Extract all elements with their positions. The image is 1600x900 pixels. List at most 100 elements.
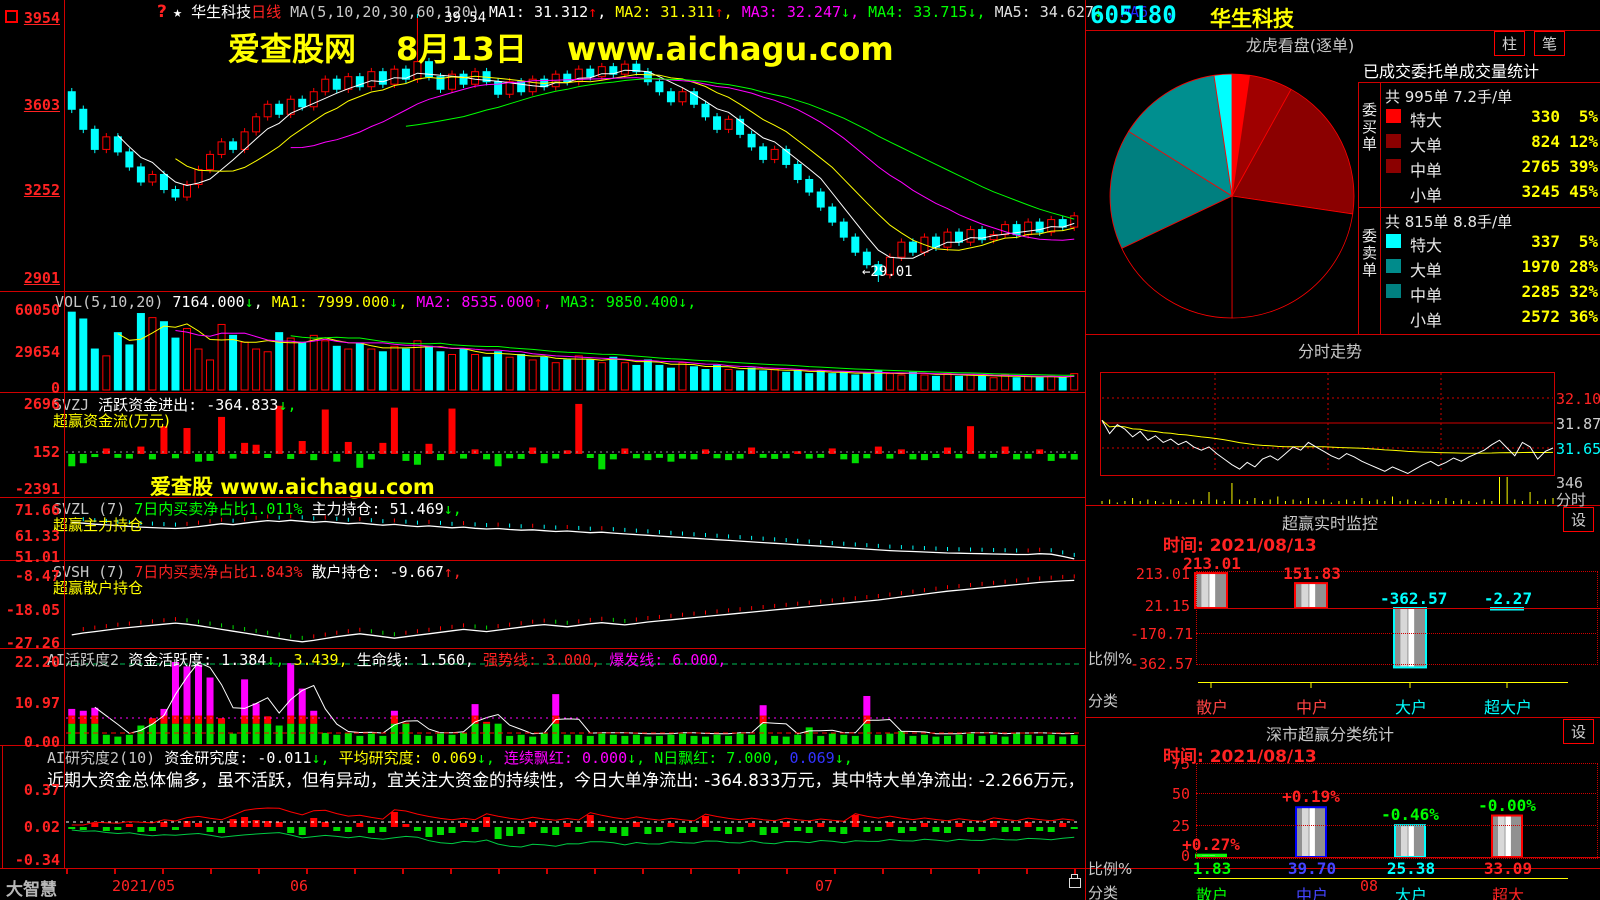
- high-annotation: 39.54: [444, 10, 486, 26]
- axis-label: 3603: [2, 96, 60, 114]
- shenshi-baseline: [1198, 878, 1568, 879]
- sell-row-value: 2572: [1470, 307, 1560, 326]
- monitor-settings-button[interactable]: 设: [1563, 507, 1594, 532]
- axis-label: -18.05: [2, 601, 60, 619]
- ma-sep: ,: [977, 3, 995, 21]
- ai-research-item: 连续飘红: 0.000: [504, 749, 627, 767]
- question-icon[interactable]: ?: [157, 2, 167, 22]
- buy-row-swatch: [1386, 159, 1401, 173]
- tab-column[interactable]: 柱: [1494, 31, 1525, 56]
- vol-header: VOL(5,10,20) 7164.000↓, MA1: 7999.000↓, …: [55, 293, 696, 311]
- shenshi-bar-pct: -0.00%: [1475, 796, 1539, 815]
- buy-row-label: 中单: [1410, 157, 1442, 181]
- buy-row-value: 3245: [1470, 182, 1560, 201]
- stock-name: 华生科技: [1210, 3, 1294, 33]
- shenshi-bar-pct: -0.46%: [1378, 805, 1442, 824]
- shenshi-settings-button[interactable]: 设: [1563, 719, 1594, 744]
- header-text: ,: [687, 293, 696, 311]
- shenshi-bar-value: 33.09: [1477, 859, 1539, 878]
- axis-label: 2901: [2, 269, 60, 287]
- monitor-baseline: [1198, 682, 1568, 683]
- shenshi-bar-pct: +0.19%: [1279, 787, 1343, 806]
- monitor-bar-value: 213.01: [1181, 554, 1243, 573]
- ai-active-arrow: ↓,: [266, 651, 284, 669]
- svsh-ratio: 7日内买卖净占比1.843%: [134, 563, 311, 581]
- monitor-bar-value: -362.57: [1380, 589, 1442, 608]
- svzj-arrow: ↓,: [278, 396, 296, 414]
- vol-arrow: ↓: [245, 293, 254, 311]
- monitor-category: 超大户: [1477, 694, 1539, 718]
- sell-row-pct: 36%: [1560, 307, 1598, 326]
- monitor-axis-label: -362.57: [1130, 655, 1190, 673]
- axis-label: -0.34: [2, 851, 60, 869]
- left-charts-canvas[interactable]: [0, 0, 1085, 868]
- header-text: ,: [543, 293, 561, 311]
- buy-row-swatch: [1386, 109, 1401, 123]
- monitor-axis-label: 21.15: [1130, 597, 1190, 615]
- vol-ma-item: MA3: 9850.400: [561, 293, 678, 311]
- ma-sep: ,: [850, 3, 868, 21]
- axis-label: 22.20: [2, 653, 60, 671]
- ai-research-item: 0.069: [790, 749, 835, 767]
- ma-sep: ,: [724, 3, 742, 21]
- monitor-time: 时间: 2021/08/13: [1163, 531, 1317, 556]
- brand-label: 大智慧: [6, 875, 57, 900]
- axis-label: 71.66: [2, 501, 60, 519]
- monitor-category: 中户: [1281, 694, 1343, 718]
- order-stats-title: 已成交委托单成交量统计: [1363, 58, 1539, 82]
- header-text: [474, 651, 483, 669]
- sell-row-value: 337: [1470, 232, 1560, 251]
- monitor-ratio-label: 比例%: [1088, 648, 1132, 669]
- vol-ma-arrow: ↓: [678, 293, 687, 311]
- ai-active-header: AI活跃度2 资金活跃度: 1.384↓, 3.439, 生命线: 1.560,…: [47, 649, 726, 670]
- monitor-category: 大户: [1380, 694, 1442, 718]
- ma-item: MA4: 33.715: [868, 3, 967, 21]
- header-period: 日线: [251, 3, 281, 21]
- header-text: [645, 749, 654, 767]
- buy-side-label: 委买单: [1361, 102, 1378, 153]
- header-text: ,: [398, 293, 416, 311]
- ma-arrow: ↓: [841, 3, 850, 21]
- watermark-site: 爱查股网: [228, 30, 356, 68]
- ma-arrow: ↑: [715, 3, 724, 21]
- sell-row-label: 大单: [1410, 257, 1442, 281]
- header-text: [330, 749, 339, 767]
- header-stock-name: 华生科技: [191, 3, 251, 21]
- tab-stroke[interactable]: 笔: [1534, 31, 1565, 56]
- axis-label: 3954: [2, 9, 60, 27]
- sell-row-swatch: [1386, 234, 1401, 248]
- ai-research-arrow: ↓,: [312, 749, 330, 767]
- axis-label: -8.47: [2, 567, 60, 585]
- axis-label: 60050: [2, 301, 60, 319]
- ai-active-item: 资金活跃度: 1.384: [128, 651, 266, 669]
- shenshi-grid-50: [1196, 793, 1596, 794]
- ma-arrow: ↓: [967, 3, 976, 21]
- buy-summary: 共 995单 7.2手/单: [1385, 86, 1512, 107]
- monitor-bar-value: 151.83: [1281, 564, 1343, 583]
- header-text: [495, 749, 504, 767]
- buy-row-value: 330: [1470, 107, 1560, 126]
- vol-ma-arrow: ↑: [534, 293, 543, 311]
- header-text: ,: [254, 293, 272, 311]
- svzl-subtitle: 超赢主力持仓: [53, 514, 143, 535]
- buy-row-label: 大单: [1410, 132, 1442, 156]
- monitor-category: 散户: [1181, 694, 1243, 718]
- star-icon: ★: [173, 3, 191, 21]
- ai-active-item: 3.439,: [293, 651, 347, 669]
- svsh-hold: 散户持仓: -9.667: [312, 563, 444, 581]
- ma-item: MA5: 34.627: [995, 3, 1094, 21]
- ai-active-item: 强势线: 3.000,: [483, 651, 600, 669]
- axis-label: -2391: [2, 480, 60, 498]
- monitor-class-label: 分类: [1088, 690, 1118, 711]
- shenshi-axis-label: 50: [1150, 785, 1190, 803]
- shenshi-axis-label: 25: [1150, 817, 1190, 835]
- low-annotation: ←29.01: [862, 264, 913, 280]
- sell-summary: 共 815单 8.8手/单: [1385, 211, 1512, 232]
- axis-label: 152: [2, 443, 60, 461]
- axis-label: 29654: [2, 343, 60, 361]
- fenshi-price-label: 31.87: [1556, 415, 1600, 433]
- ma-item: MA3: 32.247: [742, 3, 841, 21]
- buy-row-value: 2765: [1470, 157, 1560, 176]
- ma-item: MA2: 31.311: [615, 3, 714, 21]
- sell-row-label: 特大: [1410, 232, 1442, 256]
